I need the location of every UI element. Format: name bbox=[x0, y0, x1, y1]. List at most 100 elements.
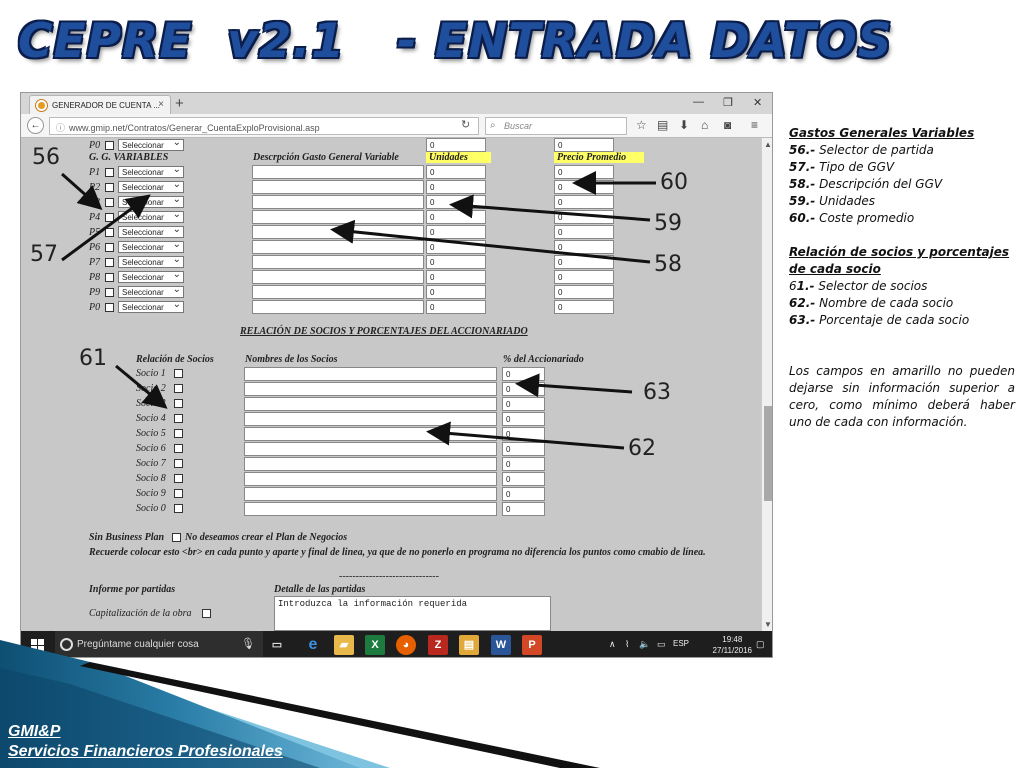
ggv-unidades-input[interactable]: 0 bbox=[426, 240, 486, 254]
p0-top-checkbox[interactable] bbox=[105, 141, 114, 150]
socio-nombre-input[interactable] bbox=[244, 442, 497, 456]
reading-list-icon[interactable]: ▤ bbox=[657, 118, 668, 132]
ggv-row-checkbox[interactable] bbox=[105, 228, 114, 237]
ggv-type-select[interactable]: Seleccionar bbox=[118, 194, 184, 208]
socio-nombre-input[interactable] bbox=[244, 457, 497, 471]
socio-pct-input[interactable]: 0 bbox=[502, 442, 545, 456]
pocket-icon[interactable]: ◙ bbox=[724, 118, 731, 132]
socio-pct-input[interactable]: 0 bbox=[502, 382, 545, 396]
socio-checkbox[interactable] bbox=[174, 504, 183, 513]
ggv-type-select[interactable]: Seleccionar bbox=[118, 224, 184, 238]
ggv-type-select[interactable]: Seleccionar bbox=[118, 284, 184, 298]
ggv-type-select[interactable]: Seleccionar bbox=[118, 254, 184, 268]
ggv-desc-input[interactable] bbox=[252, 225, 424, 239]
site-info-icon[interactable]: ⓘ bbox=[56, 123, 65, 133]
p0-top-unidades[interactable]: 0 bbox=[426, 138, 486, 152]
socio-nombre-input[interactable] bbox=[244, 397, 497, 411]
ggv-desc-input[interactable] bbox=[252, 300, 424, 314]
ggv-precio-input[interactable]: 0 bbox=[554, 255, 614, 269]
ggv-desc-input[interactable] bbox=[252, 255, 424, 269]
ggv-type-select[interactable]: Seleccionar bbox=[118, 164, 184, 178]
ggv-desc-input[interactable] bbox=[252, 165, 424, 179]
ggv-desc-input[interactable] bbox=[252, 270, 424, 284]
ggv-unidades-input[interactable]: 0 bbox=[426, 180, 486, 194]
ggv-unidades-input[interactable]: 0 bbox=[426, 225, 486, 239]
socio-checkbox[interactable] bbox=[174, 429, 183, 438]
socio-nombre-input[interactable] bbox=[244, 367, 497, 381]
socio-nombre-input[interactable] bbox=[244, 472, 497, 486]
detalle-textarea[interactable]: Introduzca la información requerida bbox=[274, 596, 551, 631]
socio-nombre-input[interactable] bbox=[244, 487, 497, 501]
close-window-icon[interactable]: ✕ bbox=[753, 96, 762, 109]
new-tab-button[interactable]: + bbox=[175, 95, 184, 112]
reload-icon[interactable]: ↻ bbox=[461, 118, 470, 131]
socio-pct-input[interactable]: 0 bbox=[502, 412, 545, 426]
ggv-desc-input[interactable] bbox=[252, 210, 424, 224]
bookmark-star-icon[interactable]: ☆ bbox=[636, 118, 647, 132]
maximize-icon[interactable]: ❐ bbox=[723, 96, 733, 109]
socio-checkbox[interactable] bbox=[174, 459, 183, 468]
scroll-up-icon[interactable]: ▲ bbox=[764, 140, 772, 149]
menu-icon[interactable]: ≡ bbox=[751, 118, 758, 132]
socio-pct-input[interactable]: 0 bbox=[502, 472, 545, 486]
ggv-row-checkbox[interactable] bbox=[105, 198, 114, 207]
ggv-precio-input[interactable]: 0 bbox=[554, 195, 614, 209]
ggv-precio-input[interactable]: 0 bbox=[554, 240, 614, 254]
ggv-precio-input[interactable]: 0 bbox=[554, 225, 614, 239]
ggv-type-select[interactable]: Seleccionar bbox=[118, 269, 184, 283]
ggv-unidades-input[interactable]: 0 bbox=[426, 195, 486, 209]
ggv-row-checkbox[interactable] bbox=[105, 288, 114, 297]
socio-checkbox[interactable] bbox=[174, 414, 183, 423]
ggv-desc-input[interactable] bbox=[252, 180, 424, 194]
ggv-precio-input[interactable]: 0 bbox=[554, 165, 614, 179]
ggv-unidades-input[interactable]: 0 bbox=[426, 165, 486, 179]
socio-nombre-input[interactable] bbox=[244, 382, 497, 396]
ggv-unidades-input[interactable]: 0 bbox=[426, 255, 486, 269]
ggv-desc-input[interactable] bbox=[252, 285, 424, 299]
ggv-row-checkbox[interactable] bbox=[105, 273, 114, 282]
ggv-precio-input[interactable]: 0 bbox=[554, 300, 614, 314]
ggv-unidades-input[interactable]: 0 bbox=[426, 270, 486, 284]
capitalizacion-checkbox[interactable] bbox=[202, 609, 211, 618]
ggv-type-select[interactable]: Seleccionar bbox=[118, 239, 184, 253]
ggv-precio-input[interactable]: 0 bbox=[554, 285, 614, 299]
ggv-desc-input[interactable] bbox=[252, 195, 424, 209]
ggv-type-select[interactable]: Seleccionar bbox=[118, 209, 184, 223]
browser-tab[interactable]: GENERADOR DE CUENTA ... × bbox=[29, 95, 171, 114]
ggv-type-select[interactable]: Seleccionar bbox=[118, 299, 184, 313]
scroll-thumb[interactable] bbox=[764, 406, 772, 501]
socio-pct-input[interactable]: 0 bbox=[502, 427, 545, 441]
socio-checkbox[interactable] bbox=[174, 444, 183, 453]
socio-checkbox[interactable] bbox=[174, 474, 183, 483]
home-icon[interactable]: ⌂ bbox=[701, 118, 708, 132]
socio-nombre-input[interactable] bbox=[244, 412, 497, 426]
tab-close-icon[interactable]: × bbox=[158, 99, 164, 110]
ggv-precio-input[interactable]: 0 bbox=[554, 270, 614, 284]
download-icon[interactable]: ⬇ bbox=[679, 118, 689, 132]
socio-checkbox[interactable] bbox=[174, 384, 183, 393]
socio-nombre-input[interactable] bbox=[244, 427, 497, 441]
sin-bp-checkbox[interactable] bbox=[172, 533, 181, 542]
socio-pct-input[interactable]: 0 bbox=[502, 397, 545, 411]
socio-checkbox[interactable] bbox=[174, 489, 183, 498]
ggv-row-checkbox[interactable] bbox=[105, 243, 114, 252]
ggv-desc-input[interactable] bbox=[252, 240, 424, 254]
back-arrow-icon[interactable]: ← bbox=[27, 117, 44, 134]
ggv-row-checkbox[interactable] bbox=[105, 183, 114, 192]
minimize-icon[interactable]: — bbox=[693, 96, 704, 108]
ggv-row-checkbox[interactable] bbox=[105, 213, 114, 222]
url-field[interactable]: ⓘ www.gmip.net/Contratos/Generar_CuentaEx… bbox=[49, 117, 479, 135]
ggv-unidades-input[interactable]: 0 bbox=[426, 300, 486, 314]
socio-pct-input[interactable]: 0 bbox=[502, 367, 545, 381]
p0-top-precio[interactable]: 0 bbox=[554, 138, 614, 152]
ggv-row-checkbox[interactable] bbox=[105, 168, 114, 177]
socio-pct-input[interactable]: 0 bbox=[502, 457, 545, 471]
ggv-row-checkbox[interactable] bbox=[105, 303, 114, 312]
scroll-down-icon[interactable]: ▼ bbox=[764, 620, 772, 629]
ggv-row-checkbox[interactable] bbox=[105, 258, 114, 267]
vertical-scrollbar[interactable]: ▲ ▼ bbox=[761, 138, 772, 631]
search-field[interactable]: ⌕ Buscar bbox=[485, 117, 627, 135]
socio-nombre-input[interactable] bbox=[244, 502, 497, 516]
ggv-unidades-input[interactable]: 0 bbox=[426, 210, 486, 224]
socio-pct-input[interactable]: 0 bbox=[502, 487, 545, 501]
